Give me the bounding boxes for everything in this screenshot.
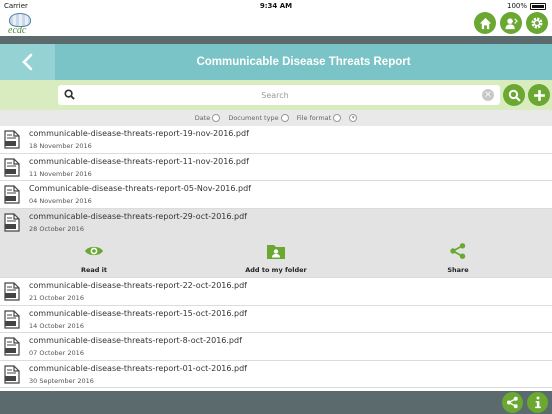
radio-icon (333, 114, 342, 122)
action-label: Share (447, 266, 469, 274)
list-item[interactable]: communicable-disease-threats-report-22-o… (0, 278, 552, 306)
radio-icon (280, 114, 289, 122)
user-icon (505, 17, 518, 29)
document-name: communicable-disease-threats-report-01-o… (29, 363, 247, 373)
close-icon: × (484, 90, 492, 100)
search-input[interactable] (80, 86, 470, 104)
pdf-file-icon (4, 212, 20, 232)
sort-options: Date Document type File format ▾ (0, 110, 552, 126)
pdf-file-icon (4, 185, 20, 204)
pdf-file-icon (4, 364, 20, 384)
page-title: Communicable Disease Threats Report (196, 56, 411, 68)
back-button[interactable] (0, 44, 55, 80)
document-name: communicable-disease-threats-report-11-n… (29, 156, 249, 166)
list-item[interactable]: communicable-disease-threats-report-19-n… (0, 126, 552, 154)
title-bar: Communicable Disease Threats Report (0, 36, 552, 80)
settings-button[interactable] (526, 12, 548, 34)
pdf-file-icon (4, 282, 20, 301)
sort-label: File format (296, 114, 332, 122)
pdf-file-icon (4, 130, 20, 149)
share-icon (450, 243, 466, 259)
search-icon (64, 89, 75, 100)
battery-percent: 100% (506, 2, 527, 10)
list-item[interactable]: communicable-disease-threats-report-11-n… (0, 153, 552, 181)
list-item[interactable]: communicable-disease-threats-report-8-oc… (0, 333, 552, 361)
share-icon (506, 396, 518, 409)
info-icon (534, 396, 541, 409)
document-actions: Read it Add to my folder Share (0, 236, 552, 278)
status-time: 9:34 AM (259, 2, 293, 10)
document-date: 18 November 2016 (29, 142, 92, 150)
list-item-selected[interactable]: communicable-disease-threats-report-29-o… (0, 208, 552, 236)
plus-icon (533, 89, 545, 101)
document-list: communicable-disease-threats-report-19-n… (0, 126, 552, 388)
add-button[interactable] (528, 84, 550, 106)
eye-icon (85, 246, 103, 256)
document-date: 04 November 2016 (29, 197, 92, 205)
search-box: × (58, 85, 500, 105)
home-button[interactable] (474, 12, 496, 34)
home-icon (479, 17, 491, 29)
pdf-file-icon (4, 337, 20, 356)
document-date: 14 October 2016 (29, 321, 84, 330)
user-button[interactable] (500, 12, 522, 34)
sort-direction-toggle[interactable]: ▾ (349, 114, 358, 122)
sort-option-document-type[interactable]: Document type (228, 114, 289, 122)
share-app-button[interactable] (502, 392, 523, 413)
document-name: communicable-disease-threats-report-15-o… (29, 308, 247, 318)
info-button[interactable] (527, 392, 548, 413)
sort-label: Date (194, 114, 211, 122)
document-name: communicable-disease-threats-report-8-oc… (29, 336, 242, 345)
clear-search-button[interactable]: × (482, 89, 494, 101)
search-bar: × (0, 80, 552, 110)
action-label: Read it (80, 266, 108, 274)
top-bar: ecdc (0, 12, 552, 36)
radio-icon (212, 114, 221, 122)
pdf-file-icon (4, 309, 20, 329)
battery-icon (530, 2, 546, 10)
bottom-bar (0, 391, 552, 414)
document-date: 30 September 2016 (29, 376, 94, 385)
sort-option-file-format[interactable]: File format (297, 114, 342, 122)
list-item[interactable]: communicable-disease-threats-report-15-o… (0, 305, 552, 333)
battery-indicator: 100% (507, 2, 546, 10)
document-date: 07 October 2016 (29, 349, 84, 357)
document-date: 21 October 2016 (29, 294, 84, 302)
document-name: communicable-disease-threats-report-29-o… (29, 211, 247, 221)
chevron-down-icon: ▾ (351, 115, 355, 121)
document-date: 28 October 2016 (29, 224, 84, 233)
ecdc-logo: ecdc (5, 13, 39, 36)
document-name: Communicable-disease-threats-report-05-N… (29, 184, 251, 193)
status-bar: Carrier 9:34 AM 100% (0, 0, 552, 12)
share-button[interactable]: Share (398, 241, 518, 274)
sort-option-date[interactable]: Date (195, 114, 221, 122)
sort-label: Document type (228, 114, 279, 122)
action-label: Add to my folder (245, 266, 307, 274)
pdf-file-icon (4, 157, 20, 177)
document-name: communicable-disease-threats-report-19-n… (29, 129, 249, 138)
document-name: communicable-disease-threats-report-22-o… (29, 281, 247, 290)
logo-text: ecdc (8, 25, 27, 36)
add-to-folder-button[interactable]: Add to my folder (216, 241, 336, 274)
read-it-button[interactable]: Read it (34, 241, 154, 274)
gear-icon (531, 17, 543, 29)
list-item[interactable]: communicable-disease-threats-report-01-o… (0, 360, 552, 388)
folder-user-icon (267, 245, 285, 259)
search-icon (508, 89, 521, 102)
document-date: 11 November 2016 (29, 169, 92, 178)
list-item[interactable]: Communicable-disease-threats-report-05-N… (0, 181, 552, 209)
search-submit-button[interactable] (503, 84, 525, 106)
chevron-left-icon (21, 53, 32, 71)
